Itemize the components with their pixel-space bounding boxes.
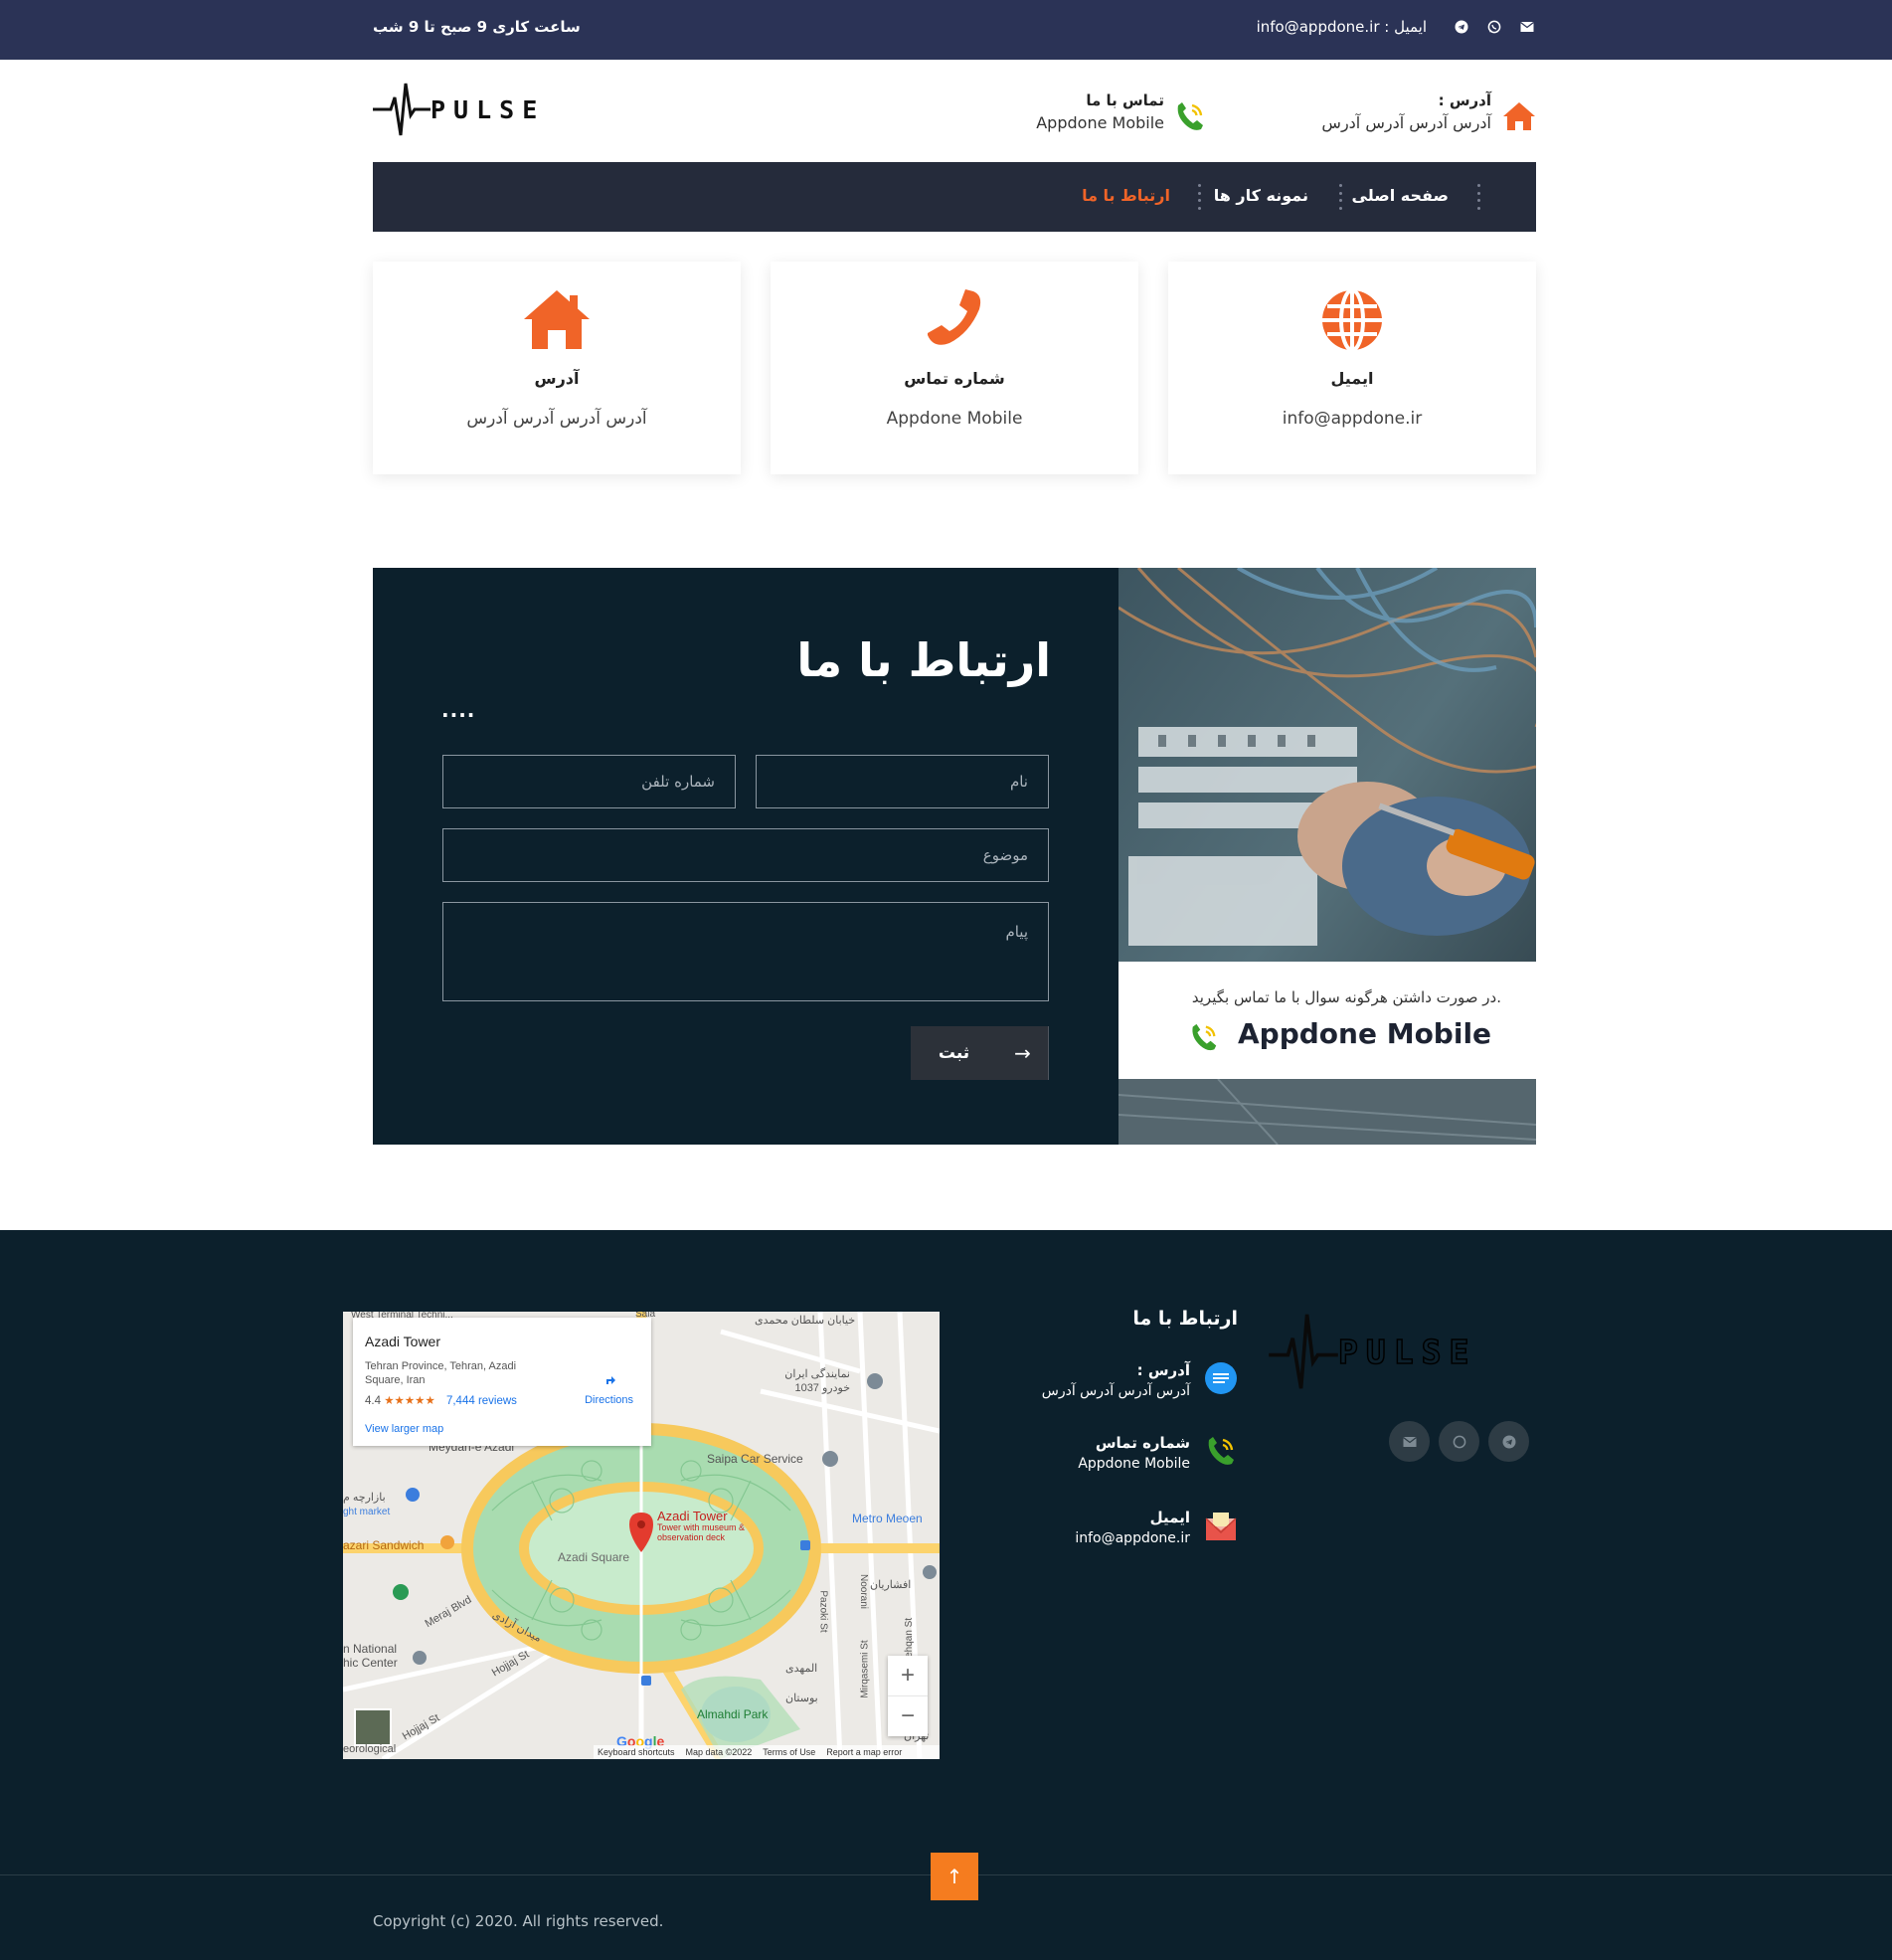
terms-link[interactable]: Terms of Use bbox=[763, 1747, 815, 1757]
globe-icon bbox=[1317, 287, 1387, 353]
reviews-link[interactable]: 7,444 reviews bbox=[446, 1395, 517, 1407]
submit-button[interactable]: ثبت → bbox=[911, 1026, 1049, 1080]
info-card-address: آدرس آدرس آدرس آدرس آدرس bbox=[373, 262, 741, 474]
map-label: n National hic Center bbox=[343, 1642, 398, 1670]
directions-button[interactable]: Directions bbox=[585, 1369, 633, 1406]
footer-contact-heading: ارتباط با ما bbox=[1132, 1308, 1238, 1330]
heading-dots: .... bbox=[441, 698, 476, 722]
info-card-email: ایمیل info@appdone.ir bbox=[1168, 262, 1536, 474]
map-zoom-controls: + − bbox=[888, 1656, 928, 1736]
subject-input[interactable] bbox=[442, 828, 1049, 882]
map-label: azari Sandwich bbox=[343, 1538, 425, 1552]
map-label: بوستان bbox=[785, 1693, 818, 1704]
chat-bubble-icon bbox=[1205, 1362, 1237, 1394]
telegram-icon[interactable] bbox=[1453, 18, 1470, 36]
nav-separator bbox=[1338, 184, 1342, 210]
phone-input[interactable] bbox=[442, 755, 736, 808]
home-icon bbox=[522, 287, 592, 353]
top-bar: ساعت کاری 9 صبح تا 9 شب ایمیل : info@app… bbox=[0, 0, 1892, 60]
zoom-out-button[interactable]: − bbox=[888, 1695, 928, 1735]
report-error-link[interactable]: Report a map error bbox=[826, 1747, 902, 1757]
name-input[interactable] bbox=[756, 755, 1049, 808]
nav-separator bbox=[1197, 184, 1201, 210]
map-label: ght market bbox=[343, 1507, 391, 1517]
map-label: المهدی bbox=[785, 1663, 818, 1675]
map-label: eorological bbox=[343, 1743, 397, 1755]
header-phone: تماس با ما Appdone Mobile bbox=[1036, 91, 1164, 132]
contact-section: ارتباط با ما .... ثبت → bbox=[373, 568, 1536, 1145]
email-icon[interactable] bbox=[1518, 18, 1536, 36]
place-rating: 4.4 ★★★★★ 7,444 reviews bbox=[365, 1395, 517, 1407]
map-data-text: Map data ©2022 bbox=[685, 1747, 753, 1757]
callout-text: .در صورت داشتن هرگونه سوال با ما تماس بگ… bbox=[1191, 988, 1501, 1006]
place-address: Tehran Province, Tehran, Azadi Square, I… bbox=[365, 1360, 517, 1386]
footer-phone: شماره تماس Appdone Mobile bbox=[1078, 1434, 1238, 1472]
arrow-right-icon: → bbox=[997, 1026, 1049, 1080]
info-card-phone: شماره تماس Appdone Mobile bbox=[771, 262, 1138, 474]
map-label: Mirqasemi St bbox=[859, 1640, 871, 1698]
topbar-email[interactable]: ایمیل : info@appdone.ir bbox=[1257, 18, 1427, 36]
map-label: افشاریان bbox=[870, 1579, 912, 1591]
copyright-text: Copyright (c) 2020. All rights reserved. bbox=[373, 1912, 664, 1930]
email-icon[interactable] bbox=[1389, 1421, 1430, 1462]
map-label: بازارچه م bbox=[343, 1492, 386, 1504]
logo-text: PULSE bbox=[430, 94, 546, 124]
message-input[interactable] bbox=[442, 902, 1049, 1001]
pulse-logo-icon bbox=[1269, 1314, 1338, 1389]
footer-email: ایمیل info@appdone.ir bbox=[1075, 1509, 1238, 1546]
working-hours: ساعت کاری 9 صبح تا 9 شب bbox=[373, 18, 581, 36]
map-label: Almahdi Park bbox=[697, 1707, 769, 1721]
header-address: آدرس : آدرس آدرس آدرس آدرس bbox=[1321, 91, 1491, 132]
map-label: Saipa Car Service bbox=[707, 1452, 803, 1466]
map-label: Noorani bbox=[858, 1573, 870, 1610]
scroll-to-top-button[interactable]: ↑ bbox=[931, 1853, 978, 1900]
callout-number[interactable]: Appdone Mobile bbox=[1238, 1017, 1491, 1050]
main-nav: صفحه اصلی نمونه کار ها ارتباط با ما bbox=[373, 162, 1536, 232]
map-label: Metro Meoen bbox=[852, 1512, 923, 1525]
footer: Meydan-e Azadi Saipa Car Service Metro M… bbox=[0, 1230, 1892, 1960]
map-label: نمایندگی ایران خودرو 1037 bbox=[784, 1368, 850, 1394]
view-larger-map-link[interactable]: View larger map bbox=[365, 1423, 443, 1435]
envelope-icon bbox=[1205, 1513, 1237, 1540]
nav-item-home[interactable]: صفحه اصلی bbox=[1352, 186, 1449, 205]
phone-icon bbox=[920, 287, 989, 353]
telegram-icon[interactable] bbox=[1488, 1421, 1529, 1462]
zoom-in-button[interactable]: + bbox=[888, 1656, 928, 1695]
submit-label: ثبت bbox=[938, 1043, 970, 1063]
phone-call-icon bbox=[1208, 1437, 1234, 1465]
map-label: خیابان سلطان محمدی bbox=[755, 1315, 856, 1327]
phone-call-icon bbox=[1188, 1021, 1220, 1057]
directions-icon bbox=[600, 1371, 618, 1389]
contact-heading: ارتباط با ما bbox=[796, 633, 1051, 687]
pulse-logo-icon bbox=[373, 83, 430, 136]
map-label: Azadi Square bbox=[558, 1550, 630, 1564]
map-place-card: Azadi Tower Tehran Province, Tehran, Aza… bbox=[353, 1318, 651, 1446]
nav-item-contact[interactable]: ارتباط با ما bbox=[1082, 186, 1170, 205]
topbar-social bbox=[1453, 18, 1536, 36]
place-name: Azadi Tower bbox=[365, 1334, 441, 1349]
logo-text: PULSE bbox=[1337, 1332, 1477, 1372]
star-rating-icon: ★★★★★ bbox=[384, 1395, 435, 1407]
nav-item-portfolio[interactable]: نمونه کار ها bbox=[1214, 186, 1308, 205]
map-attribution: Keyboard shortcuts Map data ©2022 Terms … bbox=[594, 1745, 940, 1759]
call-callout: .در صورت داشتن هرگونه سوال با ما تماس بگ… bbox=[1118, 962, 1536, 1079]
map-label: Pazoki St bbox=[817, 1590, 829, 1633]
home-icon bbox=[1502, 100, 1536, 136]
map-label: Tower with museum & observation deck bbox=[657, 1522, 746, 1542]
phone-call-icon bbox=[1173, 99, 1207, 137]
keyboard-shortcuts-link[interactable]: Keyboard shortcuts bbox=[598, 1747, 675, 1757]
footer-address: آدرس : آدرس آدرس آدرس آدرس bbox=[1042, 1361, 1238, 1399]
nav-separator bbox=[1476, 184, 1480, 210]
site-logo[interactable]: PULSE bbox=[373, 80, 545, 139]
footer-logo[interactable]: PULSE bbox=[1269, 1310, 1476, 1393]
whatsapp-icon[interactable] bbox=[1439, 1421, 1479, 1462]
map-label: Azadi Tower bbox=[657, 1509, 728, 1523]
whatsapp-icon[interactable] bbox=[1485, 18, 1503, 36]
google-map[interactable]: Meydan-e Azadi Saipa Car Service Metro M… bbox=[343, 1312, 940, 1759]
